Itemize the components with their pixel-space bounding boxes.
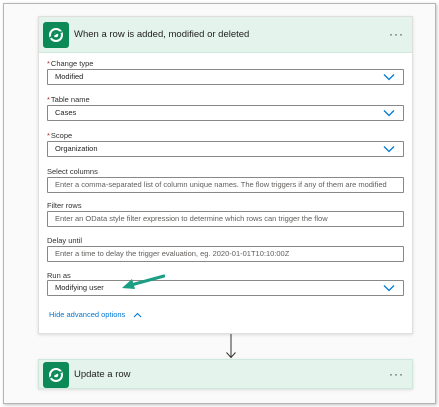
filter-rows-label: Filter rows xyxy=(47,201,82,210)
table-name-label: *Table name xyxy=(47,95,90,104)
chevron-down-icon xyxy=(383,285,395,292)
chevron-down-icon xyxy=(383,146,395,153)
required-asterisk: * xyxy=(47,131,50,140)
trigger-card: When a row is added, modified or deleted… xyxy=(38,16,413,334)
change-type-value: Modified xyxy=(55,72,84,81)
required-asterisk: * xyxy=(47,59,50,68)
table-name-value: Cases xyxy=(55,108,77,117)
action-more-options-button[interactable]: ··· xyxy=(389,360,404,390)
trigger-card-header[interactable]: When a row is added, modified or deleted… xyxy=(39,17,412,53)
chevron-up-icon xyxy=(134,312,142,318)
scope-label: *Scope xyxy=(47,131,73,140)
arrow-down-icon xyxy=(226,334,236,359)
dataverse-logo-icon xyxy=(43,362,69,388)
trigger-more-options-button[interactable]: ··· xyxy=(389,17,404,53)
select-columns-input[interactable]: Enter a comma-separated list of column u… xyxy=(47,177,404,193)
hide-advanced-options-link[interactable]: Hide advanced options xyxy=(49,310,142,320)
table-name-dropdown[interactable]: Cases xyxy=(47,105,404,121)
scope-dropdown[interactable]: Organization xyxy=(47,141,404,157)
change-type-dropdown[interactable]: Modified xyxy=(47,69,404,85)
delay-until-label: Delay until xyxy=(47,236,83,245)
select-columns-label: Select columns xyxy=(47,167,98,176)
filter-rows-input[interactable]: Enter an OData style filter expression t… xyxy=(47,211,404,227)
chevron-down-icon xyxy=(383,74,395,81)
change-type-label: *Change type xyxy=(47,59,94,68)
action-title: Update a row xyxy=(74,369,131,380)
run-as-value: Modifying user xyxy=(55,283,104,292)
chevron-down-icon xyxy=(383,110,395,117)
update-row-action-card[interactable]: Update a row ··· xyxy=(38,359,413,389)
required-asterisk: * xyxy=(47,95,50,104)
run-as-dropdown[interactable]: Modifying user xyxy=(47,280,404,296)
dataverse-logo-icon xyxy=(43,22,69,48)
delay-until-input[interactable]: Enter a time to delay the trigger evalua… xyxy=(47,246,404,262)
scope-value: Organization xyxy=(55,144,98,153)
hide-advanced-options-label: Hide advanced options xyxy=(49,310,126,319)
annotation-arrow-icon xyxy=(122,274,165,289)
trigger-title: When a row is added, modified or deleted xyxy=(74,29,250,40)
